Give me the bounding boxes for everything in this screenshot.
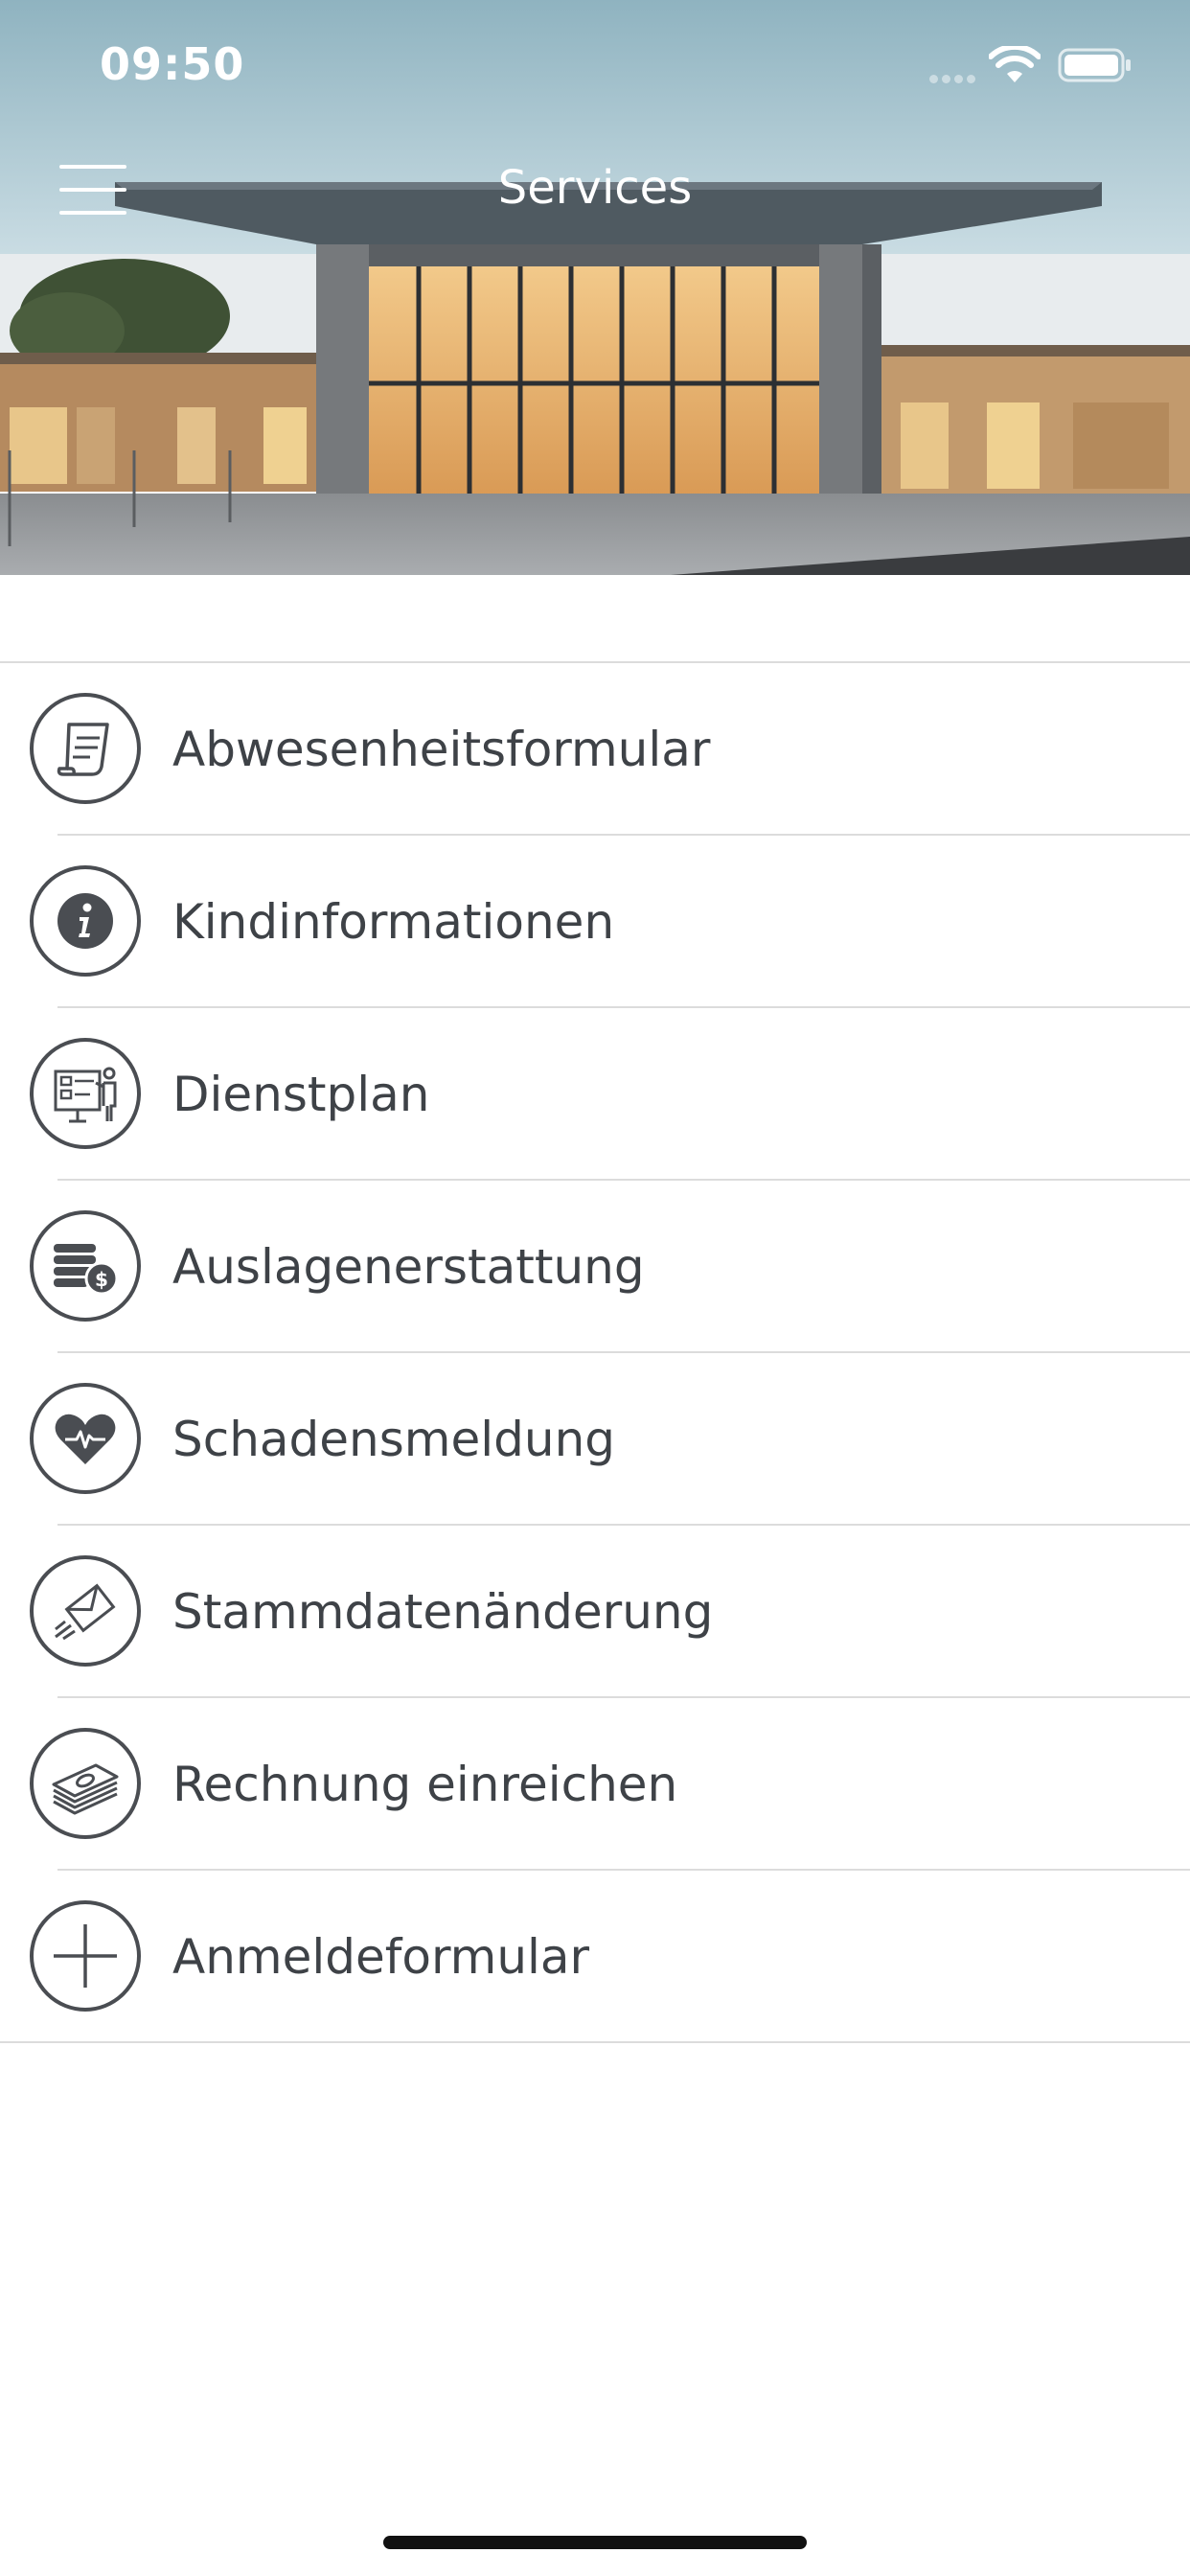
schedule-board-icon xyxy=(29,1037,142,1150)
list-item-abwesenheitsformular[interactable]: Abwesenheitsformular xyxy=(0,663,1190,836)
list-item-anmeldeformular[interactable]: Anmeldeformular xyxy=(0,1871,1190,2043)
list-item-auslagenerstattung[interactable]: $ Auslagenerstattung xyxy=(0,1181,1190,1353)
battery-icon xyxy=(1058,48,1133,82)
page-title: Services xyxy=(497,161,693,215)
list-item-label: Anmeldeformular xyxy=(172,1929,590,1985)
list-item-label: Schadensmeldung xyxy=(172,1412,616,1467)
list-item-schadensmeldung[interactable]: Schadensmeldung xyxy=(0,1353,1190,1526)
status-icons xyxy=(883,43,1133,84)
cellular-signal-icon xyxy=(929,69,983,83)
list-item-label: Rechnung einreichen xyxy=(172,1757,678,1812)
info-icon xyxy=(29,864,142,978)
list-item-label: Kindinformationen xyxy=(172,894,615,950)
list-item-kindinformationen[interactable]: Kindinformationen xyxy=(0,836,1190,1008)
wifi-icon xyxy=(988,43,1041,84)
send-envelope-icon xyxy=(29,1554,142,1668)
row-divider xyxy=(0,2041,1190,2043)
status-bar: 09:50 xyxy=(0,0,1190,134)
heart-pulse-icon xyxy=(29,1382,142,1495)
plus-icon xyxy=(29,1899,142,2012)
list-item-rechnung-einreichen[interactable]: Rechnung einreichen xyxy=(0,1698,1190,1871)
status-time: 09:50 xyxy=(100,38,245,90)
list-item-label: Abwesenheitsformular xyxy=(172,722,711,777)
list-item-dienstplan[interactable]: Dienstplan xyxy=(0,1008,1190,1181)
list-item-label: Stammdatenänderung xyxy=(172,1584,714,1640)
coins-dollar-icon: $ xyxy=(29,1209,142,1322)
svg-text:$: $ xyxy=(95,1268,108,1291)
list-item-stammdatenaenderung[interactable]: Stammdatenänderung xyxy=(0,1526,1190,1698)
home-indicator[interactable] xyxy=(383,2536,807,2549)
list-item-label: Dienstplan xyxy=(172,1067,430,1122)
list-item-label: Auslagenerstattung xyxy=(172,1239,645,1295)
money-stack-icon xyxy=(29,1727,142,1840)
services-list: Abwesenheitsformular Kindinformationen D… xyxy=(0,661,1190,2043)
form-document-icon xyxy=(29,692,142,805)
